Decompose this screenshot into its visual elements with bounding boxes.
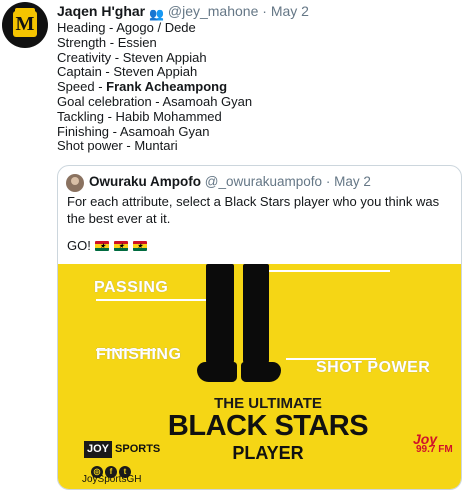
media-title-line2: BLACK STARS: [167, 410, 369, 442]
ghana-flag-icon: ★: [95, 241, 110, 251]
quoted-tweet-text: For each attribute, select a Black Stars…: [67, 194, 440, 226]
tweet-line: Heading - Agogo / Dede: [57, 20, 196, 35]
tweet-body: Heading - Agogo / Dede Strength - Essien…: [57, 20, 253, 154]
player-boot-right: [241, 362, 281, 382]
header-separator: ·: [262, 3, 267, 19]
quoted-tweet-header: Owuraku Ampofo @_owurakuampofo · May 2: [89, 174, 371, 189]
tweet-line: Strength - Essien: [57, 34, 157, 50]
quoted-header-separator: ·: [325, 174, 331, 189]
media-title-line3: PLAYER: [232, 443, 304, 463]
speed-value: Frank Acheampong: [106, 79, 228, 95]
quoted-tweet-date[interactable]: May 2: [334, 174, 371, 189]
guide-line: [250, 270, 390, 272]
go-text: GO!: [67, 238, 91, 253]
social-handle: JoySportsGH: [82, 474, 142, 485]
label-finishing: FINISHING: [96, 346, 182, 363]
speed-prefix: Speed -: [57, 79, 107, 95]
author-name[interactable]: Jaqen H'ghar: [57, 3, 145, 19]
tweet-line: Tackling - Habib Mohammed: [57, 108, 222, 124]
tweet-line: Creativity - Steven Appiah: [57, 49, 207, 65]
tweet-media-image[interactable]: PASSING FINISHING SHOT POWER THE ULTIMAT…: [58, 264, 461, 489]
tweet-line-speed: Speed - Frank Acheampong: [57, 79, 252, 95]
player-boot-left: [197, 362, 237, 382]
people-emoji-icon: 👥: [149, 7, 164, 21]
quoted-author-handle[interactable]: @_owurakuampofo: [205, 174, 322, 189]
player-leg-left: [206, 264, 234, 368]
author-avatar[interactable]: M: [2, 2, 48, 48]
ghana-flag-icon: ★: [114, 241, 129, 251]
tweet-line: Captain - Steven Appiah: [57, 64, 198, 80]
tweet-date[interactable]: May 2: [271, 3, 309, 19]
joy-fm-logo: Joy 99.7 FM: [413, 431, 453, 455]
tweet-line: Goal celebration - Asamoah Gyan: [57, 93, 253, 109]
quoted-author-avatar[interactable]: [66, 174, 84, 192]
label-passing: PASSING: [94, 279, 169, 296]
author-handle[interactable]: @jey_mahone: [168, 3, 259, 19]
tweet-line: Shot power - Muntari: [57, 138, 178, 154]
joy-sports-logo: JOY SPORTS: [84, 441, 164, 458]
label-shot-power: SHOT POWER: [316, 359, 431, 376]
quoted-author-name[interactable]: Owuraku Ampofo: [89, 174, 201, 189]
quoted-tweet[interactable]: Owuraku Ampofo @_owurakuampofo · May 2 F…: [57, 165, 462, 490]
avatar-logo-letter: M: [13, 11, 37, 37]
tweet-line: Finishing - Asamoah Gyan: [57, 123, 210, 139]
tweet-header: Jaqen H'ghar 👥 @jey_mahone · May 2: [57, 3, 309, 21]
ghana-flag-icon: ★: [132, 241, 147, 251]
player-leg-right: [243, 264, 269, 368]
quoted-go-line: GO! ★ ★ ★: [67, 238, 147, 253]
